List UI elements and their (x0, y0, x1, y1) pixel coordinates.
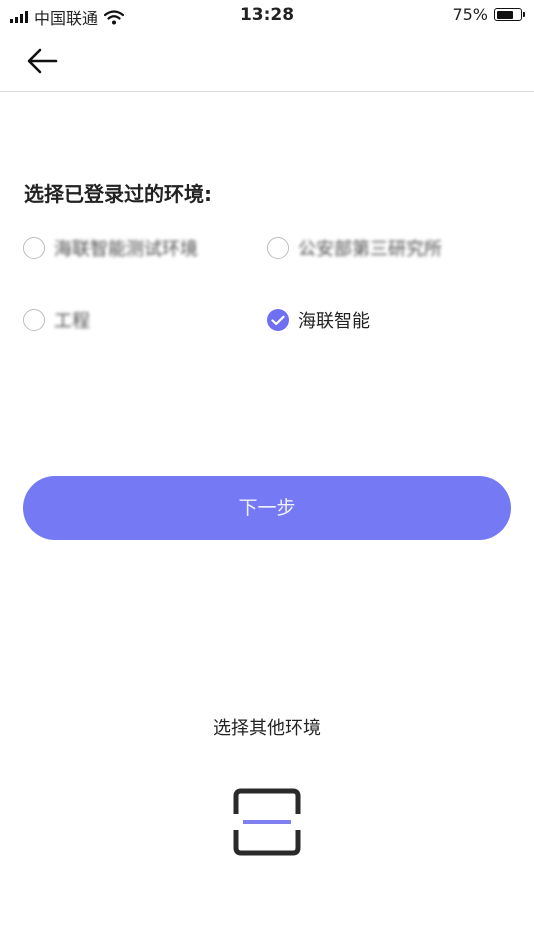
scan-button[interactable] (231, 786, 303, 858)
env-label: 公安部第三研究所 (298, 239, 442, 260)
scan-icon (233, 788, 301, 856)
env-label: 海联智能 (298, 311, 370, 332)
other-env-link[interactable]: 选择其他环境 (0, 714, 534, 740)
section-title: 选择已登录过的环境: (24, 182, 212, 206)
env-label: 工程 (54, 311, 90, 332)
check-icon (271, 315, 285, 325)
battery-percent: 75% (452, 5, 488, 24)
env-option-2[interactable]: 公安部第三研究所 (267, 235, 442, 261)
radio-unchecked-icon[interactable] (267, 237, 289, 259)
nav-bar (0, 30, 534, 92)
battery-icon (494, 8, 525, 21)
battery-fill (496, 10, 513, 19)
radio-unchecked-icon[interactable] (23, 237, 45, 259)
env-option-4[interactable]: 海联智能 (267, 307, 370, 333)
status-bar: 中国联通 13:28 75% (0, 0, 534, 30)
arrow-left-icon (27, 48, 58, 74)
radio-checked-icon[interactable] (267, 309, 289, 331)
back-button[interactable] (22, 44, 62, 78)
env-option-1[interactable]: 海联智能测试环境 (23, 235, 198, 261)
radio-unchecked-icon[interactable] (23, 309, 45, 331)
status-right: 75% (452, 5, 525, 24)
env-option-3[interactable]: 工程 (23, 307, 90, 333)
next-button[interactable]: 下一步 (23, 476, 511, 540)
env-label: 海联智能测试环境 (54, 239, 198, 260)
